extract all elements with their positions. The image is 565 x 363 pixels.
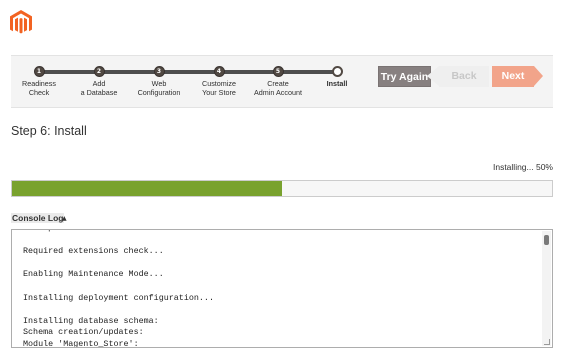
console-log-content: File permissions check...Required extens…	[23, 230, 538, 348]
console-line: Schema creation/updates:	[23, 327, 144, 338]
console-scrollbar[interactable]	[542, 231, 551, 346]
console-line: Module 'Magento_Store':	[23, 338, 139, 348]
install-progress-bar	[11, 180, 553, 197]
console-log-panel[interactable]: File permissions check...Required extens…	[11, 229, 553, 348]
progress-status-text: Installing... 50%	[492, 162, 553, 172]
wizard-step-5-marker: 5	[272, 66, 284, 77]
wizard-step-6-marker	[331, 66, 343, 77]
console-line: Installing deployment configuration...	[23, 292, 214, 303]
resize-grip-icon[interactable]	[544, 339, 550, 345]
console-log-toggle[interactable]: Console Log	[11, 213, 65, 223]
back-button[interactable]: Back	[439, 66, 489, 87]
wizard-step-5-label-line2: Admin Account	[254, 87, 302, 97]
wizard-step-4-marker: 4	[213, 66, 225, 77]
back-button-notch	[427, 66, 439, 86]
wizard-step-1-marker: 1	[33, 66, 45, 77]
caret-up-icon[interactable]: ▲	[62, 215, 67, 222]
wizard-step-6: Install	[302, 66, 372, 89]
magento-logo-icon	[10, 10, 32, 34]
page-title: Step 6: Install	[11, 124, 87, 138]
try-again-button[interactable]: Try Again	[378, 66, 431, 87]
install-progress-fill	[12, 181, 282, 196]
next-button-arrow	[534, 66, 543, 86]
wizard-step-2-marker: 2	[93, 66, 105, 77]
console-line: Required extensions check...	[23, 246, 164, 257]
console-line: Installing database schema:	[23, 315, 159, 326]
wizard-step-6-label: Install	[302, 79, 372, 89]
next-button[interactable]: Next	[492, 66, 534, 87]
wizard-step-3-marker: 3	[153, 66, 165, 77]
setup-wizard-bar: 1 Readiness Check 2 Add a Database 3 Web Configu…	[11, 55, 553, 108]
console-line: Enabling Maintenance Mode...	[23, 269, 164, 280]
console-scrollbar-thumb[interactable]	[544, 235, 549, 245]
wizard-step-6-label-line1: Install	[326, 79, 348, 88]
